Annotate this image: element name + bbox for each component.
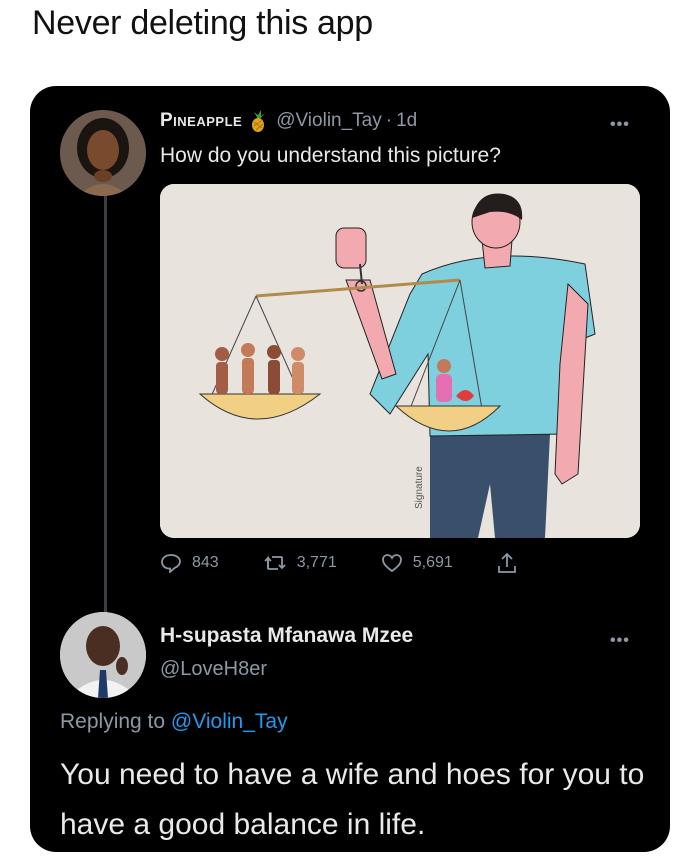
timestamp[interactable]: 1d [396, 110, 417, 132]
post-caption: Never deleting this app [32, 4, 373, 42]
heart-icon [381, 554, 402, 573]
artist-signature: Signature [414, 466, 425, 509]
reply-text: You need to have a wife and hoes for you… [60, 758, 645, 841]
more-dots-icon[interactable]: ••• [610, 632, 630, 650]
reply-icon [161, 554, 181, 573]
retweet-icon [264, 555, 286, 570]
retweet-action[interactable]: 3,771 [263, 554, 337, 572]
reply-count: 843 [192, 554, 219, 571]
share-icon [497, 552, 516, 573]
avatar[interactable] [60, 110, 146, 196]
tweet-image[interactable]: Signature [160, 184, 640, 538]
reply-display-name[interactable]: H-supasta Mfanawa Mzee [160, 624, 413, 648]
handle[interactable]: @Violin_Tay [276, 110, 382, 132]
like-action[interactable]: 5,691 [381, 553, 453, 573]
replying-to-line: Replying to @Violin_Tay [60, 710, 288, 734]
more-dots-icon[interactable]: ••• [610, 116, 630, 134]
tweet-actions: 843 3,771 5,691 [160, 552, 527, 574]
like-count: 5,691 [412, 554, 453, 571]
replying-prefix: Replying to [60, 710, 166, 733]
tweet-header: Pineapple @Violin_Tay · 1d [160, 110, 417, 132]
share-action[interactable] [497, 552, 527, 574]
tweet-text: How do you understand this picture? [160, 144, 501, 167]
retweet-count: 3,771 [296, 554, 337, 571]
reply-handle[interactable]: @LoveH8er [160, 658, 267, 681]
replying-to-mention[interactable]: @Violin_Tay [171, 710, 288, 733]
tweet-screenshot-card: Pineapple @Violin_Tay · 1d ••• How do yo… [30, 86, 670, 852]
balance-illustration: Signature [160, 184, 640, 538]
pineapple-icon [248, 110, 268, 132]
display-name[interactable]: Pineapple [160, 110, 242, 132]
avatar[interactable] [60, 612, 146, 698]
reply-action[interactable]: 843 [160, 553, 219, 573]
separator: · [385, 110, 393, 131]
